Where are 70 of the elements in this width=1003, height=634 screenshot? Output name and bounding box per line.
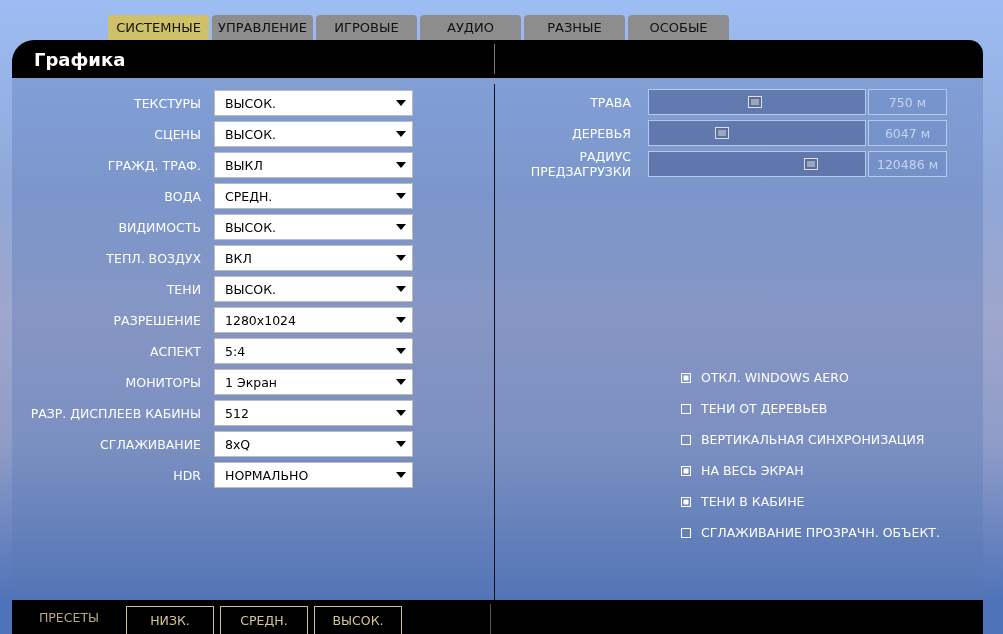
setting-label: HDR: [172, 467, 202, 483]
dropdown[interactable]: 5:4: [214, 338, 413, 364]
preset-button[interactable]: НИЗК.: [126, 606, 214, 634]
caret-icon: [396, 131, 406, 137]
dropdown[interactable]: ВКЛ: [214, 245, 413, 271]
slider-value: 6047 м: [868, 120, 947, 146]
caret-icon: [396, 441, 406, 447]
caret-icon: [396, 255, 406, 261]
checkbox[interactable]: [681, 372, 691, 383]
setting-label: РАЗР. ДИСПЛЕЕВ КАБИНЫ: [29, 405, 202, 421]
setting-label: СЦЕНЫ: [153, 126, 202, 142]
dropdown[interactable]: 8xQ: [214, 431, 413, 457]
caret-icon: [396, 193, 406, 199]
setting-label: ВОДА: [163, 188, 202, 204]
tab[interactable]: СИСТЕМНЫЕ: [108, 15, 209, 40]
slider-track[interactable]: [648, 151, 866, 177]
checkbox-option[interactable]: ТЕНИ В КАБИНЕ: [681, 492, 983, 511]
caret-icon: [396, 317, 406, 323]
dropdown[interactable]: 1 Экран: [214, 369, 413, 395]
setting-label: АСПЕКТ: [148, 343, 202, 359]
dropdown[interactable]: 1280x1024: [214, 307, 413, 333]
dropdown[interactable]: ВЫСОК.: [214, 121, 413, 147]
setting-label: ВИДИМОСТЬ: [117, 219, 202, 235]
dropdown[interactable]: ВЫКЛ: [214, 152, 413, 178]
checkbox[interactable]: [681, 496, 691, 507]
dropdown[interactable]: НОРМАЛЬНО: [214, 462, 413, 488]
slider-label: ТРАВА: [589, 94, 632, 110]
slider-value: 120486 м: [868, 151, 947, 177]
setting-label: ТЕПЛ. ВОЗДУХ: [105, 250, 202, 266]
setting-label: РАЗРЕШЕНИЕ: [112, 312, 202, 328]
tab[interactable]: ОСОБЫЕ: [628, 15, 729, 40]
caret-icon: [396, 224, 406, 230]
checkbox[interactable]: [681, 403, 691, 414]
setting-label: СГЛАЖИВАНИЕ: [99, 436, 202, 452]
slider-track[interactable]: [648, 120, 866, 146]
tab[interactable]: РАЗНЫЕ: [524, 15, 625, 40]
setting-label: ТЕКСТУРЫ: [133, 95, 202, 111]
slider-label: РАДИУС ПРЕДЗАГРУЗКИ: [529, 149, 632, 179]
checkbox-option[interactable]: СГЛАЖИВАНИЕ ПРОЗРАЧН. ОБЪЕКТ.: [681, 523, 983, 542]
caret-icon: [396, 472, 406, 478]
caret-icon: [396, 286, 406, 292]
caret-icon: [396, 379, 406, 385]
checkbox[interactable]: [681, 434, 691, 445]
tab[interactable]: АУДИО: [420, 15, 521, 40]
panel-title: Графика: [33, 48, 127, 70]
caret-icon: [396, 348, 406, 354]
setting-label: ТЕНИ: [165, 281, 202, 297]
dropdown[interactable]: ВЫСОК.: [214, 90, 413, 116]
dropdown[interactable]: 512: [214, 400, 413, 426]
setting-label: ГРАЖД. ТРАФ.: [106, 157, 202, 173]
setting-label: МОНИТОРЫ: [124, 374, 202, 390]
slider-track[interactable]: [648, 89, 866, 115]
preset-button[interactable]: ВЫСОК.: [314, 606, 402, 634]
dropdown[interactable]: СРЕДН.: [214, 183, 413, 209]
slider-thumb[interactable]: [747, 96, 762, 108]
preset-button[interactable]: СРЕДН.: [220, 606, 308, 634]
tab[interactable]: ИГРОВЫЕ: [316, 15, 417, 40]
dropdown[interactable]: ВЫСОК.: [214, 276, 413, 302]
slider-label: ДЕРЕВЬЯ: [571, 125, 632, 141]
caret-icon: [396, 100, 406, 106]
slider-thumb[interactable]: [804, 158, 818, 170]
presets-label: ПРЕСЕТЫ: [37, 608, 101, 627]
caret-icon: [396, 162, 406, 168]
slider-value: 750 м: [868, 89, 947, 115]
tab[interactable]: УПРАВЛЕНИЕ: [212, 15, 313, 40]
slider-thumb[interactable]: [715, 127, 730, 139]
checkbox[interactable]: [681, 527, 691, 538]
checkbox[interactable]: [681, 465, 691, 476]
caret-icon: [396, 410, 406, 416]
dropdown[interactable]: ВЫСОК.: [214, 214, 413, 240]
